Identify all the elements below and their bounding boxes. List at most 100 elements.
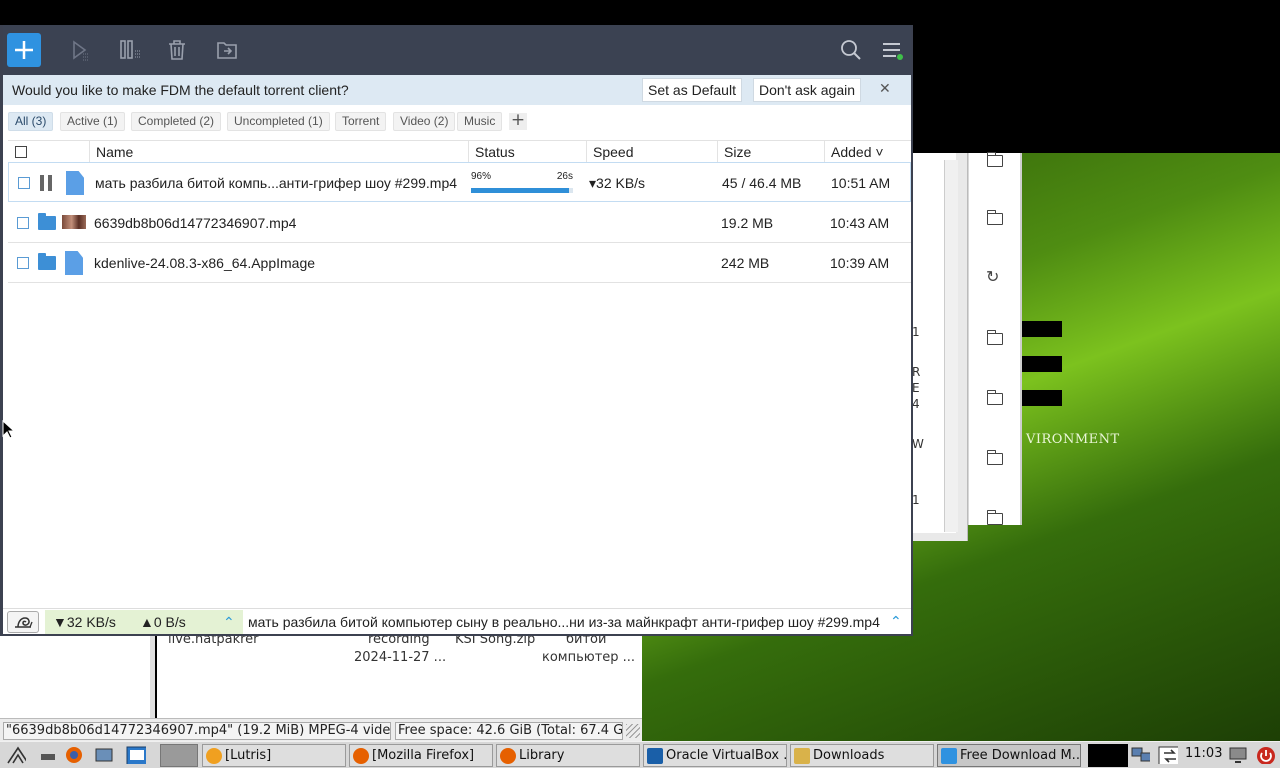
download-size: 45 / 46.4 MB xyxy=(722,175,802,191)
download-added: 10:43 AM xyxy=(830,215,890,231)
tab-video[interactable]: Video (2) xyxy=(393,112,456,131)
row-checkbox[interactable] xyxy=(18,177,30,189)
folder-icon[interactable] xyxy=(986,510,1003,525)
upload-speed-total: ▲0 B/s xyxy=(140,614,186,630)
column-status[interactable]: Status xyxy=(468,141,586,163)
clock[interactable]: 11:03 xyxy=(1185,746,1222,761)
tab-all[interactable]: All (3) xyxy=(8,112,54,131)
task-label: [Mozilla Firefox] xyxy=(372,748,475,763)
select-all-checkbox[interactable] xyxy=(15,146,27,158)
background-scrollbar[interactable] xyxy=(944,160,958,532)
row-checkbox[interactable] xyxy=(17,217,29,229)
progress-eta: 26s xyxy=(556,171,573,182)
free-space-status: Free space: 42.6 GiB (Total: 67.4 GiB) xyxy=(395,722,623,740)
task-label: Free Download M... xyxy=(960,748,1081,763)
refresh-icon[interactable]: ↻ xyxy=(986,267,999,286)
search-button[interactable] xyxy=(834,33,868,67)
file-item-label[interactable]: 2024-11-27 ... xyxy=(354,648,446,667)
download-speed-total: ▼32 KB/s xyxy=(53,614,116,630)
folder-icon[interactable] xyxy=(986,152,1003,167)
delete-button[interactable] xyxy=(160,33,194,67)
search-icon xyxy=(841,40,861,60)
workspace-2[interactable] xyxy=(160,744,198,767)
download-row[interactable]: 6639db8b06d14772346907.mp4 19.2 MB 10:43… xyxy=(8,203,911,243)
tab-torrent[interactable]: Torrent xyxy=(335,112,387,131)
file-manager-file-area: live.natpakrer recording 2024-11-27 ... … xyxy=(157,632,642,718)
workspace-switcher-icon[interactable] xyxy=(126,746,146,764)
download-added: 10:51 AM xyxy=(831,175,891,191)
firefox-icon xyxy=(500,748,516,764)
set-as-default-button[interactable]: Set as Default xyxy=(642,78,742,102)
open-folder-icon[interactable] xyxy=(38,213,56,230)
tab-active[interactable]: Active (1) xyxy=(60,112,125,131)
task-library[interactable]: Library xyxy=(496,744,640,767)
column-name[interactable]: Name xyxy=(89,141,468,163)
download-added: 10:39 AM xyxy=(830,255,890,271)
fdm-window: Would you like to make FDM the default t… xyxy=(0,25,913,636)
folder-icon[interactable] xyxy=(986,330,1003,345)
folder-move-icon xyxy=(217,42,237,59)
network-icon[interactable] xyxy=(1130,746,1150,764)
file-manager-launcher-icon[interactable] xyxy=(94,746,114,764)
task-virtualbox[interactable]: Oracle VirtualBox ... xyxy=(643,744,787,767)
folder-icon xyxy=(794,748,810,764)
add-download-button[interactable] xyxy=(7,33,41,67)
bg-text-fragment: E xyxy=(912,381,920,395)
download-name: 6639db8b06d14772346907.mp4 xyxy=(94,215,297,231)
download-size: 19.2 MB xyxy=(721,215,774,231)
task-downloads[interactable]: Downloads xyxy=(790,744,934,767)
task-label: Library xyxy=(519,748,565,763)
column-speed[interactable]: Speed xyxy=(586,141,717,163)
power-icon[interactable] xyxy=(1256,746,1276,764)
bg-text-fragment: 1 xyxy=(912,493,920,507)
tab-uncompleted[interactable]: Uncompleted (1) xyxy=(227,112,330,131)
tab-completed[interactable]: Completed (2) xyxy=(131,112,222,131)
display-icon[interactable] xyxy=(1228,746,1248,764)
resume-button[interactable] xyxy=(63,33,97,67)
update-icon[interactable] xyxy=(1158,746,1178,764)
dont-ask-again-button[interactable]: Don't ask again xyxy=(753,78,861,102)
notification-text: Would you like to make FDM the default t… xyxy=(12,82,349,98)
move-to-button[interactable] xyxy=(210,33,244,67)
download-row[interactable]: мать разбила битой компь...анти-грифер ш… xyxy=(8,162,911,202)
folder-icon[interactable] xyxy=(986,450,1003,465)
speed-limit-button[interactable] xyxy=(7,611,39,633)
speed-summary[interactable]: ▼32 KB/s ▲0 B/s ⌃ xyxy=(45,610,243,634)
snail-icon xyxy=(15,617,33,628)
chevron-up-icon[interactable]: ⌃ xyxy=(890,611,902,633)
main-menu-button[interactable] xyxy=(875,33,909,67)
add-tab-button[interactable]: + xyxy=(509,112,527,130)
app-menu-icon[interactable] xyxy=(6,746,26,764)
firefox-launcher-icon[interactable] xyxy=(64,746,84,764)
bg-text-fragment: 4 xyxy=(912,397,920,411)
file-item-label[interactable]: компьютер ... xyxy=(542,648,635,667)
chevron-up-icon[interactable]: ⌃ xyxy=(223,610,235,634)
virtualbox-icon xyxy=(647,748,663,764)
download-name: kdenlive-24.08.3-x86_64.AppImage xyxy=(94,255,316,271)
resize-grip[interactable] xyxy=(626,724,640,738)
download-row[interactable]: kdenlive-24.08.3-x86_64.AppImage 242 MB … xyxy=(8,243,911,283)
file-icon xyxy=(65,251,83,275)
default-client-notification: Would you like to make FDM the default t… xyxy=(3,75,911,105)
show-desktop-icon[interactable] xyxy=(38,746,58,764)
folder-icon[interactable] xyxy=(986,210,1003,225)
wallpaper-logo-bar xyxy=(1022,390,1062,406)
column-added[interactable]: Added ˅ xyxy=(824,141,911,163)
bg-text-fragment: 1 xyxy=(912,325,920,339)
task-lutris[interactable]: [Lutris] xyxy=(202,744,346,767)
current-download-name: мать разбила битой компьютер сыну в реал… xyxy=(248,614,880,630)
taskbar: [Lutris] [Mozilla Firefox] Library Oracl… xyxy=(0,741,1280,768)
column-size[interactable]: Size xyxy=(717,141,824,163)
task-firefox[interactable]: [Mozilla Firefox] xyxy=(349,744,493,767)
folder-icon[interactable] xyxy=(986,390,1003,405)
firefox-icon xyxy=(353,748,369,764)
tab-music[interactable]: Music xyxy=(457,112,503,131)
open-folder-icon[interactable] xyxy=(38,253,56,270)
pause-icon[interactable] xyxy=(40,175,52,191)
task-free-download-manager[interactable]: Free Download M... xyxy=(937,744,1081,767)
mouse-cursor-icon xyxy=(2,420,14,439)
row-checkbox[interactable] xyxy=(17,257,29,269)
progress-percent: 96% xyxy=(471,171,492,182)
pause-all-button[interactable] xyxy=(113,33,147,67)
close-icon[interactable]: ✕ xyxy=(879,81,891,97)
